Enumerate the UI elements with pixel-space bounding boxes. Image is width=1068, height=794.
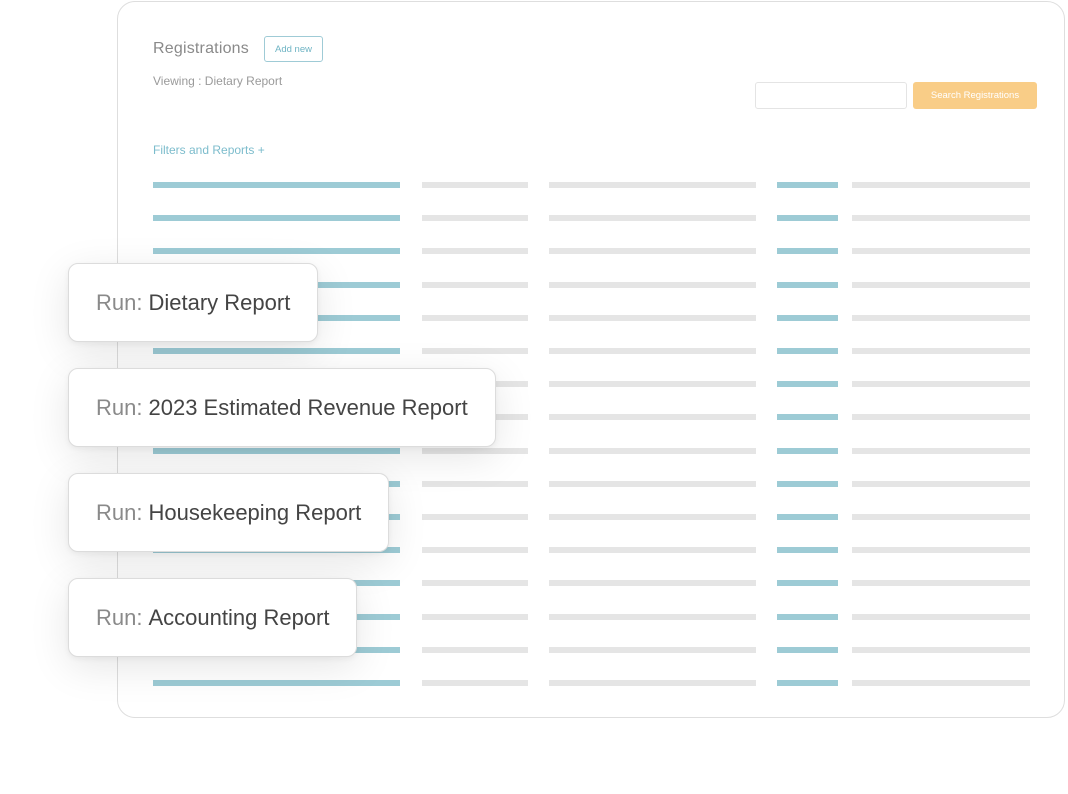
table-cell-placeholder xyxy=(777,248,838,254)
run-prefix: Run: xyxy=(96,499,143,525)
table-cell-placeholder xyxy=(549,580,756,586)
table-cell-placeholder xyxy=(422,614,528,620)
table-cell-placeholder xyxy=(422,448,528,454)
table-cell-placeholder xyxy=(777,680,838,686)
table-cell-placeholder xyxy=(422,514,528,520)
table-cell-placeholder xyxy=(422,547,528,553)
report-name: Dietary Report xyxy=(148,289,291,315)
table-cell-placeholder xyxy=(422,282,528,288)
table-row[interactable] xyxy=(0,182,1068,188)
table-cell-placeholder xyxy=(777,282,838,288)
table-row[interactable] xyxy=(0,448,1068,454)
table-cell-placeholder xyxy=(852,282,1030,288)
table-cell-placeholder xyxy=(549,514,756,520)
table-cell-placeholder xyxy=(422,580,528,586)
table-row[interactable] xyxy=(0,215,1068,221)
run-accounting-report-card[interactable]: Run: Accounting Report xyxy=(68,578,358,657)
run-dietary-report-card[interactable]: Run: Dietary Report xyxy=(68,263,319,342)
table-cell-placeholder xyxy=(777,414,838,420)
table-row[interactable] xyxy=(0,248,1068,254)
table-cell-placeholder xyxy=(153,680,400,686)
run-prefix: Run: xyxy=(96,289,143,315)
table-cell-placeholder xyxy=(549,647,756,653)
table-cell-placeholder xyxy=(777,381,838,387)
table-cell-placeholder xyxy=(777,315,838,321)
table-cell-placeholder xyxy=(153,348,400,354)
run-estimated-revenue-report-card[interactable]: Run: 2023 Estimated Revenue Report xyxy=(68,368,496,447)
table-cell-placeholder xyxy=(549,282,756,288)
table-cell-placeholder xyxy=(852,381,1030,387)
table-cell-placeholder xyxy=(549,414,756,420)
table-cell-placeholder xyxy=(777,182,838,188)
table-cell-placeholder xyxy=(777,514,838,520)
table-cell-placeholder xyxy=(422,215,528,221)
table-cell-placeholder xyxy=(852,481,1030,487)
table-cell-placeholder xyxy=(549,547,756,553)
table-cell-placeholder xyxy=(852,414,1030,420)
table-cell-placeholder xyxy=(549,680,756,686)
table-cell-placeholder xyxy=(777,580,838,586)
table-cell-placeholder xyxy=(153,248,400,254)
table-cell-placeholder xyxy=(852,514,1030,520)
table-cell-placeholder xyxy=(777,614,838,620)
page: Registrations Add new Viewing : Dietary … xyxy=(0,0,1068,794)
table-cell-placeholder xyxy=(549,381,756,387)
table-cell-placeholder xyxy=(549,182,756,188)
table-cell-placeholder xyxy=(153,182,400,188)
table-cell-placeholder xyxy=(422,481,528,487)
table-cell-placeholder xyxy=(422,680,528,686)
table-cell-placeholder xyxy=(852,614,1030,620)
table-row[interactable] xyxy=(0,680,1068,686)
table-cell-placeholder xyxy=(422,182,528,188)
table-cell-placeholder xyxy=(777,448,838,454)
table-cell-placeholder xyxy=(549,248,756,254)
table-cell-placeholder xyxy=(852,680,1030,686)
table-cell-placeholder xyxy=(852,647,1030,653)
table-cell-placeholder xyxy=(852,547,1030,553)
table-cell-placeholder xyxy=(777,481,838,487)
table-cell-placeholder xyxy=(852,580,1030,586)
table-cell-placeholder xyxy=(777,647,838,653)
run-prefix: Run: xyxy=(96,394,143,420)
table-cell-placeholder xyxy=(852,182,1030,188)
table-cell-placeholder xyxy=(852,315,1030,321)
table-cell-placeholder xyxy=(422,248,528,254)
table-cell-placeholder xyxy=(549,481,756,487)
table-cell-placeholder xyxy=(777,547,838,553)
table-cell-placeholder xyxy=(852,448,1030,454)
report-name: 2023 Estimated Revenue Report xyxy=(148,394,468,420)
table-cell-placeholder xyxy=(549,614,756,620)
table-cell-placeholder xyxy=(153,448,400,454)
table-cell-placeholder xyxy=(422,348,528,354)
table-cell-placeholder xyxy=(422,647,528,653)
table-cell-placeholder xyxy=(422,315,528,321)
table-row[interactable] xyxy=(0,348,1068,354)
run-housekeeping-report-card[interactable]: Run: Housekeeping Report xyxy=(68,473,390,552)
table-cell-placeholder xyxy=(549,315,756,321)
table-cell-placeholder xyxy=(777,215,838,221)
table-cell-placeholder xyxy=(852,348,1030,354)
table-cell-placeholder xyxy=(777,348,838,354)
table-cell-placeholder xyxy=(153,215,400,221)
table-cell-placeholder xyxy=(549,215,756,221)
table-cell-placeholder xyxy=(852,248,1030,254)
table-cell-placeholder xyxy=(852,215,1030,221)
run-prefix: Run: xyxy=(96,604,143,630)
table-cell-placeholder xyxy=(549,348,756,354)
report-name: Accounting Report xyxy=(148,604,330,630)
table-cell-placeholder xyxy=(549,448,756,454)
report-name: Housekeeping Report xyxy=(148,499,362,525)
